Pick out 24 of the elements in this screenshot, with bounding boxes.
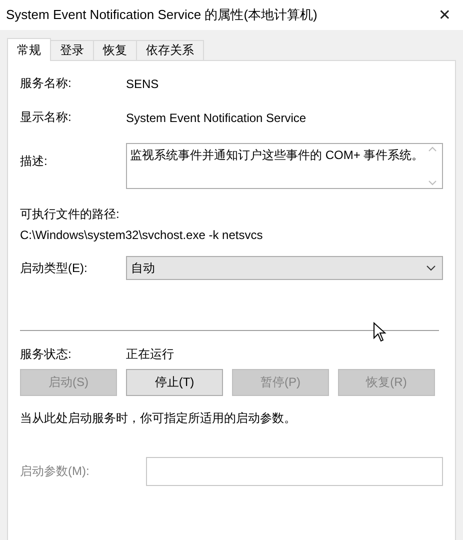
field-value: SENS: [126, 76, 160, 90]
tab[interactable]: 常规: [7, 38, 51, 61]
field-label: 描述:: [20, 153, 48, 170]
window-title: System Event Notification Service 的属性(本地计算机): [6, 6, 318, 24]
note-text: 当从此处启动服务时，你可指定所适用的启动参数。: [20, 410, 297, 427]
cursor-icon: [373, 322, 387, 342]
field-value: System Event Notification Service: [126, 110, 308, 124]
field-value: 正在运行: [126, 346, 175, 363]
field-label: 启动参数(M):: [20, 463, 90, 480]
field-label: 服务状态:: [20, 346, 72, 363]
field-label: 服务名称:: [20, 75, 72, 92]
path-value: C:\Windows\system32\svchost.exe -k netsvcs: [20, 228, 264, 242]
service-button[interactable]: 停止(T): [126, 369, 223, 396]
tab[interactable]: 依存关系: [136, 40, 204, 60]
scroll-down-icon[interactable]: [428, 180, 436, 186]
close-button[interactable]: ✕: [434, 6, 455, 24]
start-params-field[interactable]: [146, 457, 443, 486]
startup-type-dropdown[interactable]: 自动: [126, 256, 443, 280]
path-label: 可执行文件的路径:: [20, 206, 120, 223]
description-field[interactable]: 监视系统事件并通知订户这些事件的 COM+ 事件系统。: [126, 143, 443, 189]
scroll-up-icon[interactable]: [428, 146, 436, 152]
field-label: 启动类型(E):: [20, 260, 88, 276]
field-label: 显示名称:: [20, 109, 72, 126]
chevron-down-icon: [426, 265, 436, 271]
